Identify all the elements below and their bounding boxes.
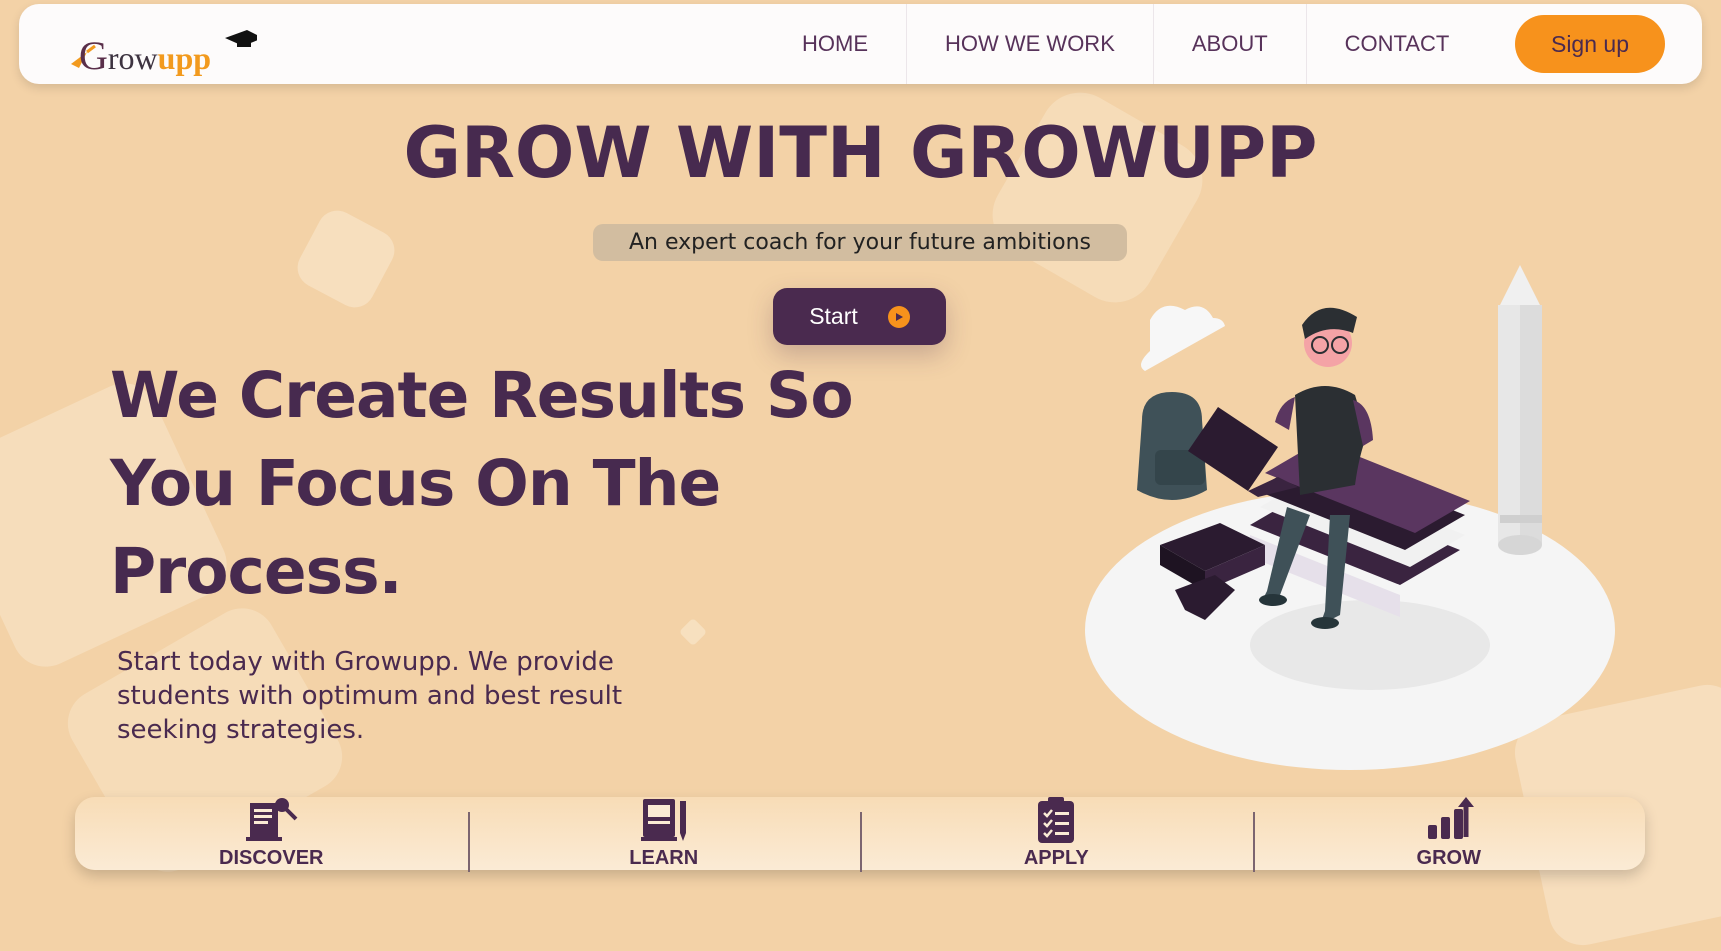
hero-tagline: An expert coach for your future ambition… bbox=[593, 224, 1127, 261]
nav-home[interactable]: HOME bbox=[764, 4, 907, 84]
nav-about[interactable]: ABOUT bbox=[1154, 4, 1307, 84]
nav-contact[interactable]: CONTACT bbox=[1307, 4, 1488, 84]
decorative-shape bbox=[678, 617, 708, 647]
main-nav: HOME HOW WE WORK ABOUT CONTACT bbox=[764, 4, 1487, 84]
book-icon bbox=[640, 799, 686, 841]
signup-button[interactable]: Sign up bbox=[1515, 15, 1665, 73]
play-icon bbox=[887, 305, 910, 328]
step-label: GROW bbox=[1416, 847, 1481, 869]
step-label: LEARN bbox=[629, 847, 699, 869]
start-button-label: Start bbox=[809, 303, 858, 329]
start-button[interactable]: Start bbox=[773, 288, 946, 345]
navbar: Growupp HOME HOW WE WORK ABOUT CONTACT S… bbox=[19, 4, 1702, 84]
step-discover[interactable]: DISCOVER bbox=[75, 797, 468, 870]
step-apply[interactable]: APPLY bbox=[860, 797, 1253, 872]
hero-headline: We Create Results So You Focus On The Pr… bbox=[110, 359, 854, 608]
nav-how-we-work[interactable]: HOW WE WORK bbox=[907, 4, 1154, 84]
steps-bar: DISCOVER LEARN APPLY GROW bbox=[75, 797, 1646, 872]
growth-chart-icon bbox=[1427, 797, 1474, 839]
student-illustration bbox=[1085, 265, 1615, 770]
hero-title: GROW WITH GROWUPP bbox=[403, 112, 1318, 194]
decorative-shape bbox=[290, 203, 402, 315]
logo-wordmark: Growupp bbox=[79, 33, 212, 78]
clipboard-icon bbox=[1038, 797, 1075, 843]
hero-description: Start today with Growupp. We provide stu… bbox=[117, 647, 623, 745]
step-grow[interactable]: GROW bbox=[1252, 797, 1646, 872]
step-label: DISCOVER bbox=[219, 847, 324, 869]
step-label: APPLY bbox=[1023, 847, 1089, 869]
discover-icon bbox=[246, 798, 298, 841]
step-learn[interactable]: LEARN bbox=[467, 797, 861, 872]
growupp-logo[interactable]: Growupp bbox=[57, 24, 257, 80]
